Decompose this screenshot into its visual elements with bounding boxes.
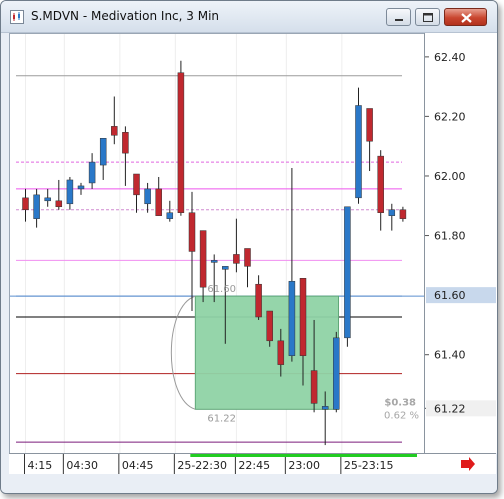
candle-body — [122, 132, 129, 154]
time-axis-svg: 4:15 04:30 04:45 25-22:30 22:45 23:00 25-23:15 — [24, 454, 475, 474]
price-axis-svg: 62.4062.2062.0061.8061.4061.2261.6061.22 — [425, 51, 496, 417]
candle-body — [355, 105, 362, 199]
range-high-label: 61.60 — [207, 284, 236, 295]
price-chart[interactable]: 61.60 61.22 $0.38 0.62 % — [9, 33, 424, 454]
candle-body — [399, 209, 407, 219]
maximize-icon — [423, 13, 433, 22]
price-tick-label: 61.40 — [434, 349, 466, 362]
candle-body — [366, 108, 373, 142]
title-bar[interactable]: S.MDVN - Medivation Inc, 3 Min — [1, 1, 497, 33]
candle-body — [310, 370, 318, 404]
window-title: S.MDVN - Medivation Inc, 3 Min — [31, 9, 220, 23]
range-percent-label: 0.62 % — [384, 410, 419, 421]
candle-body — [111, 126, 118, 136]
time-tick-label: 4:15 — [28, 459, 53, 472]
chart-window: S.MDVN - Medivation Inc, 3 Min 61.60 61.2… — [0, 0, 498, 494]
time-tick-label: 25-23:15 — [344, 459, 394, 472]
close-icon — [461, 13, 472, 23]
status-strip — [1, 474, 497, 493]
candle-body — [255, 283, 262, 318]
price-tick-label: 61.80 — [434, 230, 466, 243]
close-button[interactable] — [444, 8, 487, 26]
candle-body — [210, 260, 218, 263]
candle-body — [333, 337, 340, 410]
scroll-right-arrow-icon[interactable] — [461, 457, 475, 471]
price-tick-label: 62.40 — [434, 51, 466, 64]
minimize-button[interactable] — [386, 8, 411, 26]
candle-body — [299, 278, 307, 356]
maximize-button[interactable] — [415, 8, 440, 26]
range-change-label: $0.38 — [384, 397, 416, 408]
time-tick-label: 22:45 — [238, 459, 270, 472]
candle-body — [188, 212, 196, 252]
time-tick-label: 04:30 — [66, 459, 98, 472]
candle-body — [55, 200, 63, 208]
candle-body — [22, 197, 29, 210]
candle-body — [33, 194, 40, 219]
minimize-icon — [395, 19, 403, 21]
time-tick-label: 25-22:30 — [177, 459, 227, 472]
candle-body — [77, 185, 85, 190]
range-low-label: 61.22 — [207, 413, 236, 424]
candle-body — [388, 209, 396, 216]
candle-body — [321, 406, 329, 410]
time-axis[interactable]: 4:15 04:30 04:45 25-22:30 22:45 23:00 25-23:15 — [9, 453, 496, 474]
candle-body — [199, 230, 207, 288]
candle-body — [266, 310, 273, 342]
candle-body — [133, 173, 140, 196]
candle-body — [166, 212, 174, 219]
candle-body — [377, 155, 384, 213]
candlestick-plot[interactable]: 61.60 61.22 $0.38 0.62 % — [10, 34, 424, 454]
time-tick-label: 04:45 — [122, 459, 154, 472]
active-price-label: 61.60 — [434, 289, 466, 302]
price-tick-label: 62.20 — [434, 110, 466, 123]
candle-body — [233, 254, 240, 264]
candle-body — [155, 188, 162, 216]
candle-body — [344, 206, 351, 339]
session-bar — [190, 454, 417, 457]
candle-body — [99, 138, 107, 166]
candle-body — [244, 248, 251, 267]
price-tick-label: 62.00 — [434, 170, 466, 183]
candle-body — [66, 179, 74, 205]
price-axis[interactable]: 62.4062.2062.0061.8061.4061.2261.6061.22 — [424, 33, 497, 453]
candle-body — [88, 161, 96, 184]
candle-body — [288, 280, 296, 356]
candle-body — [144, 188, 151, 205]
candle-body — [44, 197, 51, 202]
range-low-axis-label: 61.22 — [434, 402, 466, 415]
candle-body — [277, 340, 285, 365]
time-tick-label: 23:00 — [288, 459, 320, 472]
chart-app-icon — [10, 10, 24, 24]
candle-body — [222, 266, 229, 270]
candle-body — [177, 72, 185, 213]
